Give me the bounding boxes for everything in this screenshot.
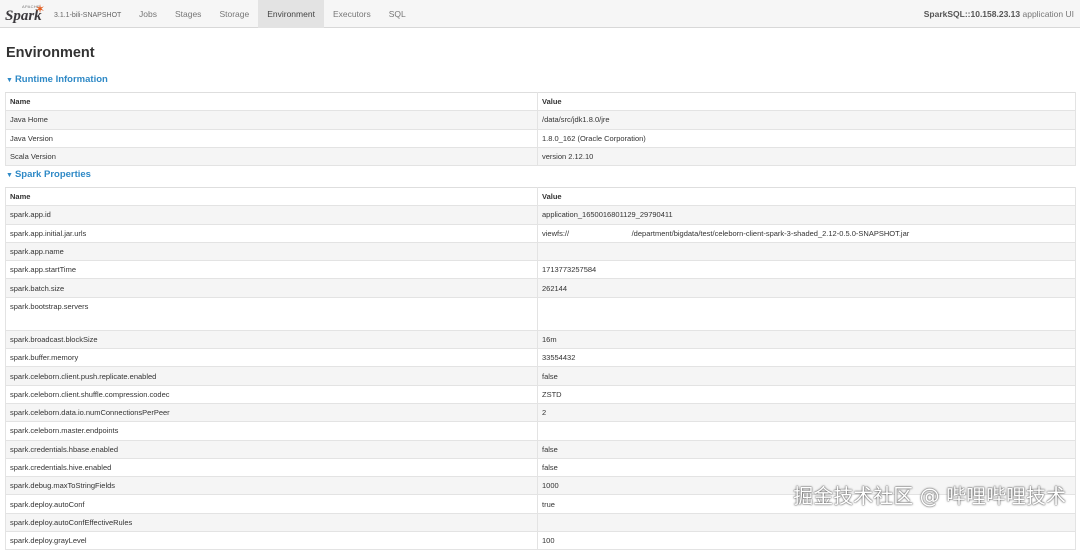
table-row: spark.celeborn.data.io.numConnectionsPer… bbox=[5, 402, 1076, 423]
property-name: spark.deploy.autoConfEffectiveRules bbox=[5, 512, 538, 533]
property-value: false bbox=[537, 439, 1076, 459]
property-name: spark.celeborn.client.shuffle.compressio… bbox=[5, 384, 538, 404]
property-name: spark.debug.maxToStringFields bbox=[5, 476, 538, 496]
nav-tabs: Jobs Stages Storage Environment Executor… bbox=[130, 0, 415, 28]
property-value bbox=[537, 241, 1076, 262]
spark-star-icon: ✶ bbox=[35, 2, 46, 16]
property-name: spark.credentials.hive.enabled bbox=[5, 457, 538, 478]
runtime-info-table: Name Value Java Home /data/src/jdk1.8.0/… bbox=[5, 91, 1076, 167]
property-value: 1713773257584 bbox=[537, 260, 1076, 280]
page-title: Environment bbox=[6, 45, 95, 61]
property-name: spark.app.initial.jar.urls bbox=[5, 223, 538, 243]
column-header-value[interactable]: Value bbox=[537, 186, 1076, 207]
tab-storage[interactable]: Storage bbox=[210, 0, 258, 28]
tab-stages[interactable]: Stages bbox=[166, 0, 210, 28]
spark-version: 3.1.1-bili-SNAPSHOT bbox=[54, 12, 122, 19]
table-row: spark.deploy.grayLevel 100 bbox=[5, 531, 1076, 550]
navbar: APACHE Spark ✶ 3.1.1-bili-SNAPSHOT Jobs … bbox=[0, 0, 1080, 28]
property-name: spark.celeborn.master.endpoints bbox=[5, 421, 538, 441]
table-row: Java Version 1.8.0_162 (Oracle Corporati… bbox=[5, 128, 1076, 148]
spark-logo-link[interactable]: APACHE Spark ✶ 3.1.1-bili-SNAPSHOT bbox=[4, 1, 121, 27]
property-value: version 2.12.10 bbox=[537, 146, 1076, 167]
spark-properties-header: Spark Properties bbox=[14, 169, 91, 180]
property-value: /data/src/jdk1.8.0/jre bbox=[537, 110, 1076, 130]
table-row: spark.buffer.memory 33554432 bbox=[5, 348, 1076, 368]
property-name: spark.app.name bbox=[5, 241, 538, 262]
table-row: spark.app.initial.jar.urls viewfs:// /de… bbox=[5, 223, 1076, 243]
column-header-name[interactable]: Name bbox=[5, 91, 538, 112]
property-name: Java Version bbox=[5, 128, 538, 148]
property-name: spark.app.startTime bbox=[5, 260, 538, 280]
table-row: spark.celeborn.client.push.replicate.ena… bbox=[5, 366, 1076, 386]
property-value bbox=[537, 421, 1076, 441]
property-value: 100 bbox=[537, 531, 1076, 550]
property-name: spark.app.id bbox=[5, 205, 538, 225]
table-row: spark.celeborn.client.shuffle.compressio… bbox=[5, 384, 1076, 404]
app-title: SparkSQL::10.158.23.13 application UI bbox=[924, 0, 1074, 28]
watermark: 掘金技术社区 @ 哔哩哔哩技术 bbox=[793, 484, 1066, 508]
table-row: spark.app.name bbox=[5, 241, 1076, 262]
table-row: spark.app.startTime 1713773257584 bbox=[5, 260, 1076, 280]
property-value: viewfs:// /department/bigdata/test/celeb… bbox=[537, 223, 1076, 243]
property-name: spark.celeborn.data.io.numConnectionsPer… bbox=[5, 402, 538, 423]
table-row: spark.bootstrap.servers bbox=[5, 296, 1076, 331]
spark-properties-toggle[interactable]: ▼ Spark Properties bbox=[6, 169, 91, 180]
app-title-suffix: application UI bbox=[1020, 9, 1074, 19]
table-row: spark.app.id application_1650016801129_2… bbox=[5, 205, 1076, 225]
property-value bbox=[537, 296, 1076, 331]
property-name: spark.deploy.grayLevel bbox=[5, 531, 538, 550]
property-value: 2 bbox=[537, 402, 1076, 423]
property-name: spark.bootstrap.servers bbox=[5, 296, 538, 331]
property-name: spark.celeborn.client.push.replicate.ena… bbox=[5, 366, 538, 386]
table-row: spark.broadcast.blockSize 16m bbox=[5, 329, 1076, 350]
property-name: spark.broadcast.blockSize bbox=[5, 329, 538, 350]
column-header-name[interactable]: Name bbox=[5, 186, 538, 207]
tab-executors[interactable]: Executors bbox=[324, 0, 380, 28]
table-row: spark.deploy.autoConfEffectiveRules bbox=[5, 512, 1076, 533]
table-row: Scala Version version 2.12.10 bbox=[5, 146, 1076, 167]
column-header-value[interactable]: Value bbox=[537, 91, 1076, 112]
property-value: 262144 bbox=[537, 278, 1076, 298]
table-row: Java Home /data/src/jdk1.8.0/jre bbox=[5, 110, 1076, 130]
property-value: false bbox=[537, 457, 1076, 478]
table-row: spark.credentials.hbase.enabled false bbox=[5, 439, 1076, 459]
property-name: spark.batch.size bbox=[5, 278, 538, 298]
runtime-info-toggle[interactable]: ▼ Runtime Information bbox=[6, 74, 108, 85]
tab-sql[interactable]: SQL bbox=[380, 0, 415, 28]
property-value: false bbox=[537, 366, 1076, 386]
property-value: application_1650016801129_29790411 bbox=[537, 205, 1076, 225]
property-value bbox=[537, 512, 1076, 533]
property-name: spark.buffer.memory bbox=[5, 348, 538, 368]
table-row: spark.batch.size 262144 bbox=[5, 278, 1076, 298]
property-name: spark.credentials.hbase.enabled bbox=[5, 439, 538, 459]
table-row: spark.celeborn.master.endpoints bbox=[5, 421, 1076, 441]
property-value: 1.8.0_162 (Oracle Corporation) bbox=[537, 128, 1076, 148]
property-value: 33554432 bbox=[537, 348, 1076, 368]
tab-environment[interactable]: Environment bbox=[258, 0, 324, 28]
runtime-info-header: Runtime Information bbox=[14, 74, 108, 85]
tab-jobs[interactable]: Jobs bbox=[130, 0, 166, 28]
property-name: Java Home bbox=[5, 110, 538, 130]
caret-down-icon: ▼ bbox=[6, 172, 13, 179]
property-name: Scala Version bbox=[5, 146, 538, 167]
spark-logo: APACHE Spark ✶ bbox=[4, 3, 48, 27]
property-value: 16m bbox=[537, 329, 1076, 350]
table-row: spark.credentials.hive.enabled false bbox=[5, 457, 1076, 478]
property-value: ZSTD bbox=[537, 384, 1076, 404]
caret-down-icon: ▼ bbox=[6, 77, 13, 84]
property-name: spark.deploy.autoConf bbox=[5, 494, 538, 514]
app-title-name: SparkSQL::10.158.23.13 bbox=[923, 9, 1021, 19]
